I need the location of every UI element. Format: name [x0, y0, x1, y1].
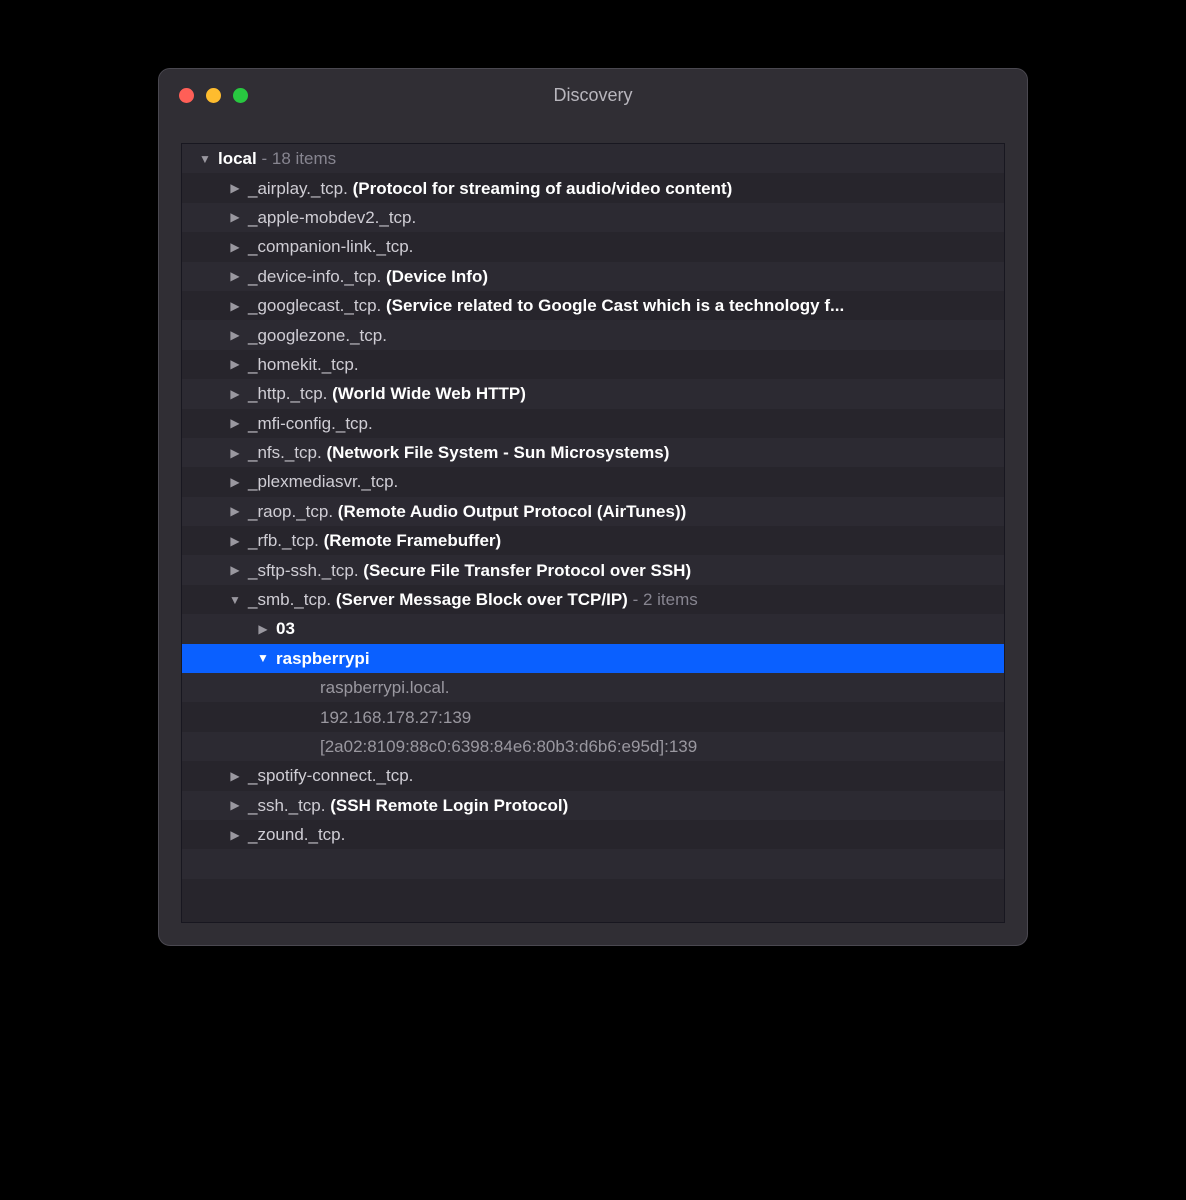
chevron-right-icon[interactable]: ▶ — [228, 329, 242, 341]
detail-ipv6[interactable]: ▶ [2a02:8109:88c0:6398:84e6:80b3:d6b6:e9… — [182, 732, 1004, 761]
service-ssh[interactable]: ▶ _ssh._tcp. (SSH Remote Login Protocol) — [182, 791, 1004, 820]
service-desc: (Network File System - Sun Microsystems) — [326, 444, 669, 461]
chevron-right-icon[interactable]: ▶ — [228, 505, 242, 517]
service-desc: (Remote Audio Output Protocol (AirTunes)… — [338, 503, 686, 520]
chevron-right-icon[interactable]: ▶ — [228, 211, 242, 223]
service-companion-link[interactable]: ▶ _companion-link._tcp. — [182, 232, 1004, 261]
chevron-right-icon[interactable]: ▶ — [228, 300, 242, 312]
service-name: _plexmediasvr._tcp. — [248, 473, 398, 490]
root-count: - 18 items — [257, 150, 336, 167]
service-desc: (Service related to Google Cast which is… — [386, 297, 844, 314]
chevron-right-icon[interactable]: ▶ — [228, 447, 242, 459]
service-name: _sftp-ssh._tcp. — [248, 562, 359, 579]
chevron-down-icon[interactable]: ▼ — [256, 652, 270, 664]
smb-child-03[interactable]: ▶ 03 — [182, 614, 1004, 643]
content-area: ▼ local - 18 items ▶ _airplay._tcp. (Pro… — [159, 121, 1027, 945]
chevron-right-icon[interactable]: ▶ — [228, 829, 242, 841]
chevron-right-icon[interactable]: ▶ — [256, 623, 270, 635]
child-name: 03 — [276, 620, 295, 637]
chevron-right-icon[interactable]: ▶ — [228, 241, 242, 253]
service-name: _homekit._tcp. — [248, 356, 359, 373]
service-http[interactable]: ▶ _http._tcp. (World Wide Web HTTP) — [182, 379, 1004, 408]
app-window: Discovery ▼ local - 18 items ▶ _airplay.… — [158, 68, 1028, 946]
service-name: _smb._tcp. — [248, 591, 331, 608]
window-title: Discovery — [159, 85, 1027, 106]
chevron-right-icon[interactable]: ▶ — [228, 358, 242, 370]
detail-text: [2a02:8109:88c0:6398:84e6:80b3:d6b6:e95d… — [320, 738, 697, 755]
detail-ipv4[interactable]: ▶ 192.168.178.27:139 — [182, 702, 1004, 731]
service-name: _spotify-connect._tcp. — [248, 767, 413, 784]
service-name: _airplay._tcp. — [248, 180, 348, 197]
service-nfs[interactable]: ▶ _nfs._tcp. (Network File System - Sun … — [182, 438, 1004, 467]
service-sftp-ssh[interactable]: ▶ _sftp-ssh._tcp. (Secure File Transfer … — [182, 555, 1004, 584]
detail-text: raspberrypi.local. — [320, 679, 449, 696]
chevron-right-icon[interactable]: ▶ — [228, 799, 242, 811]
minimize-icon[interactable] — [206, 88, 221, 103]
chevron-right-icon[interactable]: ▶ — [228, 535, 242, 547]
empty-row — [182, 849, 1004, 878]
service-name: _mfi-config._tcp. — [248, 415, 373, 432]
service-smb[interactable]: ▼ _smb._tcp. (Server Message Block over … — [182, 585, 1004, 614]
service-count: - 2 items — [628, 591, 698, 608]
traffic-lights — [159, 88, 248, 103]
service-googlezone[interactable]: ▶ _googlezone._tcp. — [182, 320, 1004, 349]
service-name: _ssh._tcp. — [248, 797, 326, 814]
close-icon[interactable] — [179, 88, 194, 103]
service-name: _raop._tcp. — [248, 503, 333, 520]
chevron-down-icon[interactable]: ▼ — [198, 153, 212, 165]
service-name: _googlecast._tcp. — [248, 297, 381, 314]
chevron-right-icon[interactable]: ▶ — [228, 182, 242, 194]
service-name: _rfb._tcp. — [248, 532, 319, 549]
zoom-icon[interactable] — [233, 88, 248, 103]
service-tree[interactable]: ▼ local - 18 items ▶ _airplay._tcp. (Pro… — [181, 143, 1005, 923]
service-desc: (SSH Remote Login Protocol) — [330, 797, 568, 814]
service-name: _apple-mobdev2._tcp. — [248, 209, 416, 226]
service-desc: (Device Info) — [386, 268, 488, 285]
chevron-right-icon[interactable]: ▶ — [228, 564, 242, 576]
service-desc: (Secure File Transfer Protocol over SSH) — [363, 562, 691, 579]
service-rfb[interactable]: ▶ _rfb._tcp. (Remote Framebuffer) — [182, 526, 1004, 555]
titlebar[interactable]: Discovery — [159, 69, 1027, 121]
service-desc: (Protocol for streaming of audio/video c… — [353, 180, 733, 197]
service-homekit[interactable]: ▶ _homekit._tcp. — [182, 350, 1004, 379]
service-name: _googlezone._tcp. — [248, 327, 387, 344]
service-name: _http._tcp. — [248, 385, 327, 402]
service-googlecast[interactable]: ▶ _googlecast._tcp. (Service related to … — [182, 291, 1004, 320]
detail-hostname[interactable]: ▶ raspberrypi.local. — [182, 673, 1004, 702]
service-name: _nfs._tcp. — [248, 444, 322, 461]
service-name: _companion-link._tcp. — [248, 238, 413, 255]
empty-row — [182, 879, 1004, 908]
chevron-down-icon[interactable]: ▼ — [228, 594, 242, 606]
service-raop[interactable]: ▶ _raop._tcp. (Remote Audio Output Proto… — [182, 497, 1004, 526]
service-desc: (Server Message Block over TCP/IP) — [336, 591, 628, 608]
smb-child-raspberrypi[interactable]: ▼ raspberrypi — [182, 644, 1004, 673]
service-name: _device-info._tcp. — [248, 268, 381, 285]
service-apple-mobdev2[interactable]: ▶ _apple-mobdev2._tcp. — [182, 203, 1004, 232]
service-plexmediasvr[interactable]: ▶ _plexmediasvr._tcp. — [182, 467, 1004, 496]
service-airplay[interactable]: ▶ _airplay._tcp. (Protocol for streaming… — [182, 173, 1004, 202]
service-device-info[interactable]: ▶ _device-info._tcp. (Device Info) — [182, 262, 1004, 291]
chevron-right-icon[interactable]: ▶ — [228, 388, 242, 400]
root-name: local — [218, 150, 257, 167]
chevron-right-icon[interactable]: ▶ — [228, 770, 242, 782]
chevron-right-icon[interactable]: ▶ — [228, 476, 242, 488]
service-spotify-connect[interactable]: ▶ _spotify-connect._tcp. — [182, 761, 1004, 790]
service-desc: (World Wide Web HTTP) — [332, 385, 526, 402]
service-name: _zound._tcp. — [248, 826, 345, 843]
service-desc: (Remote Framebuffer) — [324, 532, 502, 549]
service-mfi-config[interactable]: ▶ _mfi-config._tcp. — [182, 409, 1004, 438]
chevron-right-icon[interactable]: ▶ — [228, 270, 242, 282]
service-zound[interactable]: ▶ _zound._tcp. — [182, 820, 1004, 849]
child-name: raspberrypi — [276, 650, 370, 667]
detail-text: 192.168.178.27:139 — [320, 709, 471, 726]
tree-root-local[interactable]: ▼ local - 18 items — [182, 144, 1004, 173]
chevron-right-icon[interactable]: ▶ — [228, 417, 242, 429]
